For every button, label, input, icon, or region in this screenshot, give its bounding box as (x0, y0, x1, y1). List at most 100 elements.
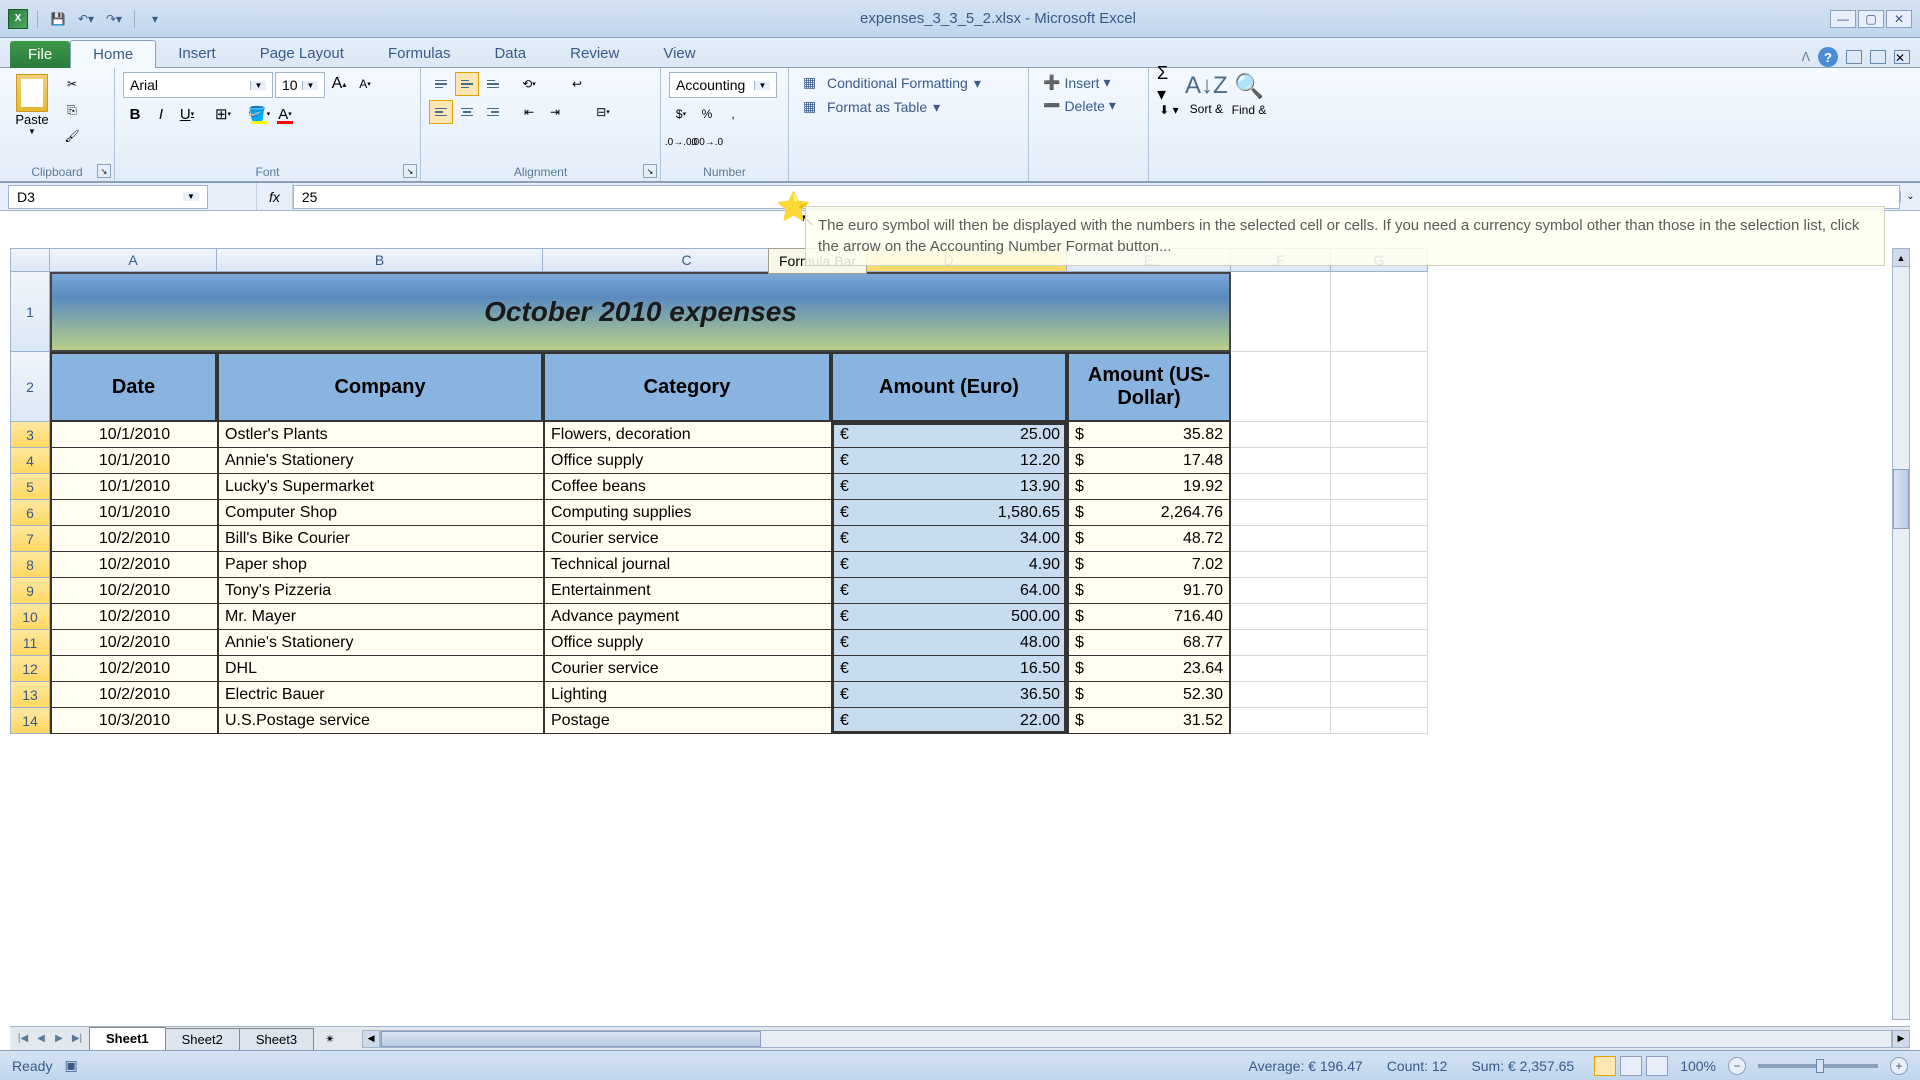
increase-decimal-button[interactable]: .0→.00 (669, 130, 693, 154)
cell-euro[interactable]: €48.00 (831, 630, 1067, 656)
font-size-dropdown[interactable]: 10▼ (275, 72, 325, 98)
font-color-button[interactable]: A▾ (273, 102, 297, 126)
cell-category[interactable]: Lighting (543, 682, 831, 708)
merge-center-button[interactable]: ⊟▾ (591, 100, 615, 124)
cell-date[interactable]: 10/2/2010 (50, 630, 217, 656)
undo-button[interactable]: ↶▾ (75, 8, 97, 30)
cell-date[interactable]: 10/1/2010 (50, 448, 217, 474)
cell-euro[interactable]: €12.20 (831, 448, 1067, 474)
shrink-font-button[interactable]: A▾ (353, 72, 377, 96)
align-bottom-button[interactable] (481, 72, 505, 96)
prev-sheet-button[interactable]: ◀ (32, 1030, 50, 1048)
comma-button[interactable]: , (721, 102, 745, 126)
horizontal-scrollbar[interactable]: ◀ ▶ (362, 1030, 1910, 1048)
formula-expand-button[interactable]: ⌄ (1900, 191, 1920, 202)
row-header-4[interactable]: 4 (10, 448, 50, 474)
cell-usd[interactable]: $52.30 (1067, 682, 1231, 708)
borders-button[interactable]: ⊞▾ (211, 102, 235, 126)
normal-view-button[interactable] (1594, 1056, 1616, 1076)
cell-euro[interactable]: €13.90 (831, 474, 1067, 500)
format-as-table-button[interactable]: ▦Format as Table ▾ (797, 96, 1020, 118)
alignment-launcher[interactable]: ↘ (643, 164, 657, 178)
window-restore-icon[interactable] (1870, 50, 1886, 64)
title-cell[interactable]: October 2010 expenses (50, 272, 1231, 352)
row-header-10[interactable]: 10 (10, 604, 50, 630)
cell-date[interactable]: 10/2/2010 (50, 526, 217, 552)
cell-date[interactable]: 10/1/2010 (50, 474, 217, 500)
fill-button[interactable]: ⬇ ▾ (1157, 98, 1181, 122)
header-company[interactable]: Company (217, 352, 543, 422)
cell-usd[interactable]: $716.40 (1067, 604, 1231, 630)
row-header-3[interactable]: 3 (10, 422, 50, 448)
cell-euro[interactable]: €4.90 (831, 552, 1067, 578)
align-right-button[interactable] (481, 100, 505, 124)
cell-category[interactable]: Computing supplies (543, 500, 831, 526)
scroll-right-button[interactable]: ▶ (1892, 1030, 1910, 1048)
cell-category[interactable]: Office supply (543, 448, 831, 474)
vscroll-thumb[interactable] (1893, 469, 1909, 529)
cell-category[interactable]: Postage (543, 708, 831, 734)
page-layout-view-button[interactable] (1620, 1056, 1642, 1076)
hscroll-thumb[interactable] (381, 1031, 761, 1047)
sheet-tab-2[interactable]: Sheet2 (165, 1028, 240, 1050)
cell-date[interactable]: 10/1/2010 (50, 500, 217, 526)
last-sheet-button[interactable]: ▶| (68, 1030, 86, 1048)
minimize-button[interactable]: — (1830, 10, 1856, 28)
cell-usd[interactable]: $17.48 (1067, 448, 1231, 474)
format-painter-button[interactable]: 🖌 (60, 124, 84, 148)
cell-usd[interactable]: $91.70 (1067, 578, 1231, 604)
fill-color-button[interactable]: 🪣▾ (247, 102, 271, 126)
percent-button[interactable]: % (695, 102, 719, 126)
find-select-button[interactable]: 🔍 Find & (1232, 72, 1267, 181)
cell-usd[interactable]: $31.52 (1067, 708, 1231, 734)
font-name-dropdown[interactable]: Arial▼ (123, 72, 273, 98)
cell-category[interactable]: Office supply (543, 630, 831, 656)
cell-company[interactable]: Mr. Mayer (217, 604, 543, 630)
close-button[interactable]: ✕ (1886, 10, 1912, 28)
decrease-indent-button[interactable]: ⇤ (517, 100, 541, 124)
macro-record-icon[interactable]: ▣ (64, 1057, 77, 1074)
cell-company[interactable]: Paper shop (217, 552, 543, 578)
cell-usd[interactable]: $23.64 (1067, 656, 1231, 682)
cell-category[interactable]: Technical journal (543, 552, 831, 578)
row-header-13[interactable]: 13 (10, 682, 50, 708)
cells-area[interactable]: October 2010 expenses Date Company Categ… (50, 272, 1910, 734)
tab-data[interactable]: Data (472, 40, 548, 67)
cell-company[interactable]: Tony's Pizzeria (217, 578, 543, 604)
fx-button[interactable]: fx (256, 183, 293, 210)
zoom-level[interactable]: 100% (1680, 1058, 1716, 1074)
cell-date[interactable]: 10/2/2010 (50, 682, 217, 708)
cell-usd[interactable]: $2,264.76 (1067, 500, 1231, 526)
row-header-5[interactable]: 5 (10, 474, 50, 500)
cell-euro[interactable]: €22.00 (831, 708, 1067, 734)
minimize-ribbon-icon[interactable]: ᐱ (1802, 50, 1810, 64)
accounting-format-button[interactable]: $▾ (669, 102, 693, 126)
cell-date[interactable]: 10/1/2010 (50, 422, 217, 448)
excel-icon[interactable]: X (8, 9, 28, 29)
cell-euro[interactable]: €64.00 (831, 578, 1067, 604)
decrease-decimal-button[interactable]: .00→.0 (695, 130, 719, 154)
row-header-14[interactable]: 14 (10, 708, 50, 734)
cell-euro[interactable]: €36.50 (831, 682, 1067, 708)
cut-button[interactable]: ✂ (60, 72, 84, 96)
cell-euro[interactable]: €25.00 (831, 422, 1067, 448)
delete-cells-button[interactable]: ➖ Delete ▾ (1037, 95, 1140, 116)
cell-category[interactable]: Courier service (543, 656, 831, 682)
zoom-out-button[interactable]: − (1728, 1057, 1746, 1075)
new-sheet-button[interactable]: ✴ (318, 1030, 342, 1048)
cell-date[interactable]: 10/2/2010 (50, 604, 217, 630)
sheet-tab-1[interactable]: Sheet1 (89, 1027, 166, 1051)
col-header-a[interactable]: A (50, 248, 217, 272)
row-header-6[interactable]: 6 (10, 500, 50, 526)
file-tab[interactable]: File (10, 41, 70, 68)
name-box[interactable]: D3▼ (8, 185, 208, 209)
window-minimize-icon[interactable] (1846, 50, 1862, 64)
save-button[interactable]: 💾 (47, 8, 69, 30)
cell-company[interactable]: Annie's Stationery (217, 448, 543, 474)
cell-company[interactable]: Bill's Bike Courier (217, 526, 543, 552)
select-all-button[interactable] (10, 248, 50, 272)
cell-euro[interactable]: €16.50 (831, 656, 1067, 682)
font-launcher[interactable]: ↘ (403, 164, 417, 178)
tab-insert[interactable]: Insert (156, 40, 238, 67)
cell-category[interactable]: Courier service (543, 526, 831, 552)
